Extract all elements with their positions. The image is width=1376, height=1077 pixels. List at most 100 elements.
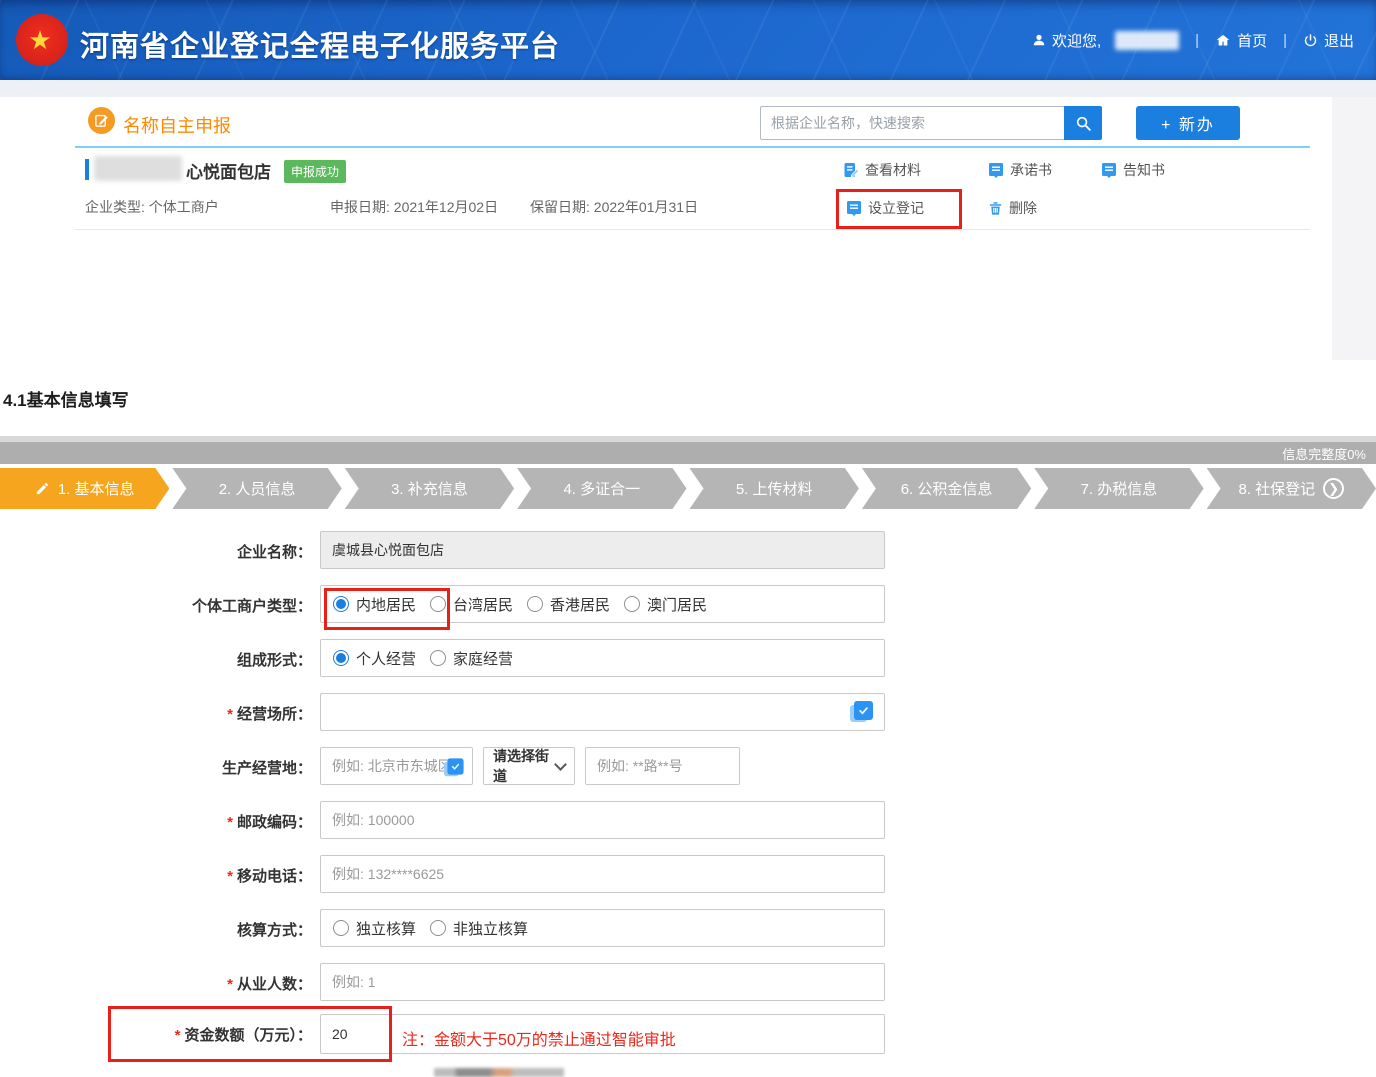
company-name: 心悦面包店 — [186, 158, 271, 183]
required-marker: * — [227, 814, 233, 831]
section-divider — [75, 146, 1310, 148]
welcome-label: 欢迎您, — [1052, 30, 1101, 51]
step-label: 1. 基本信息 — [58, 478, 135, 499]
chevron-down-icon — [554, 758, 567, 771]
radio-group-composition-form: 个人经营 家庭经营 — [320, 639, 885, 677]
radio-icon — [430, 920, 446, 936]
tab-step-2[interactable]: 2. 人员信息 — [172, 468, 341, 509]
label-accounting-method: 核算方式： — [60, 919, 312, 940]
doc-edit-icon — [843, 162, 859, 178]
redacted-company-prefix — [94, 156, 182, 181]
required-marker: * — [227, 706, 233, 723]
label-composition-form: 组成形式： — [60, 649, 312, 670]
field-business-premises — [320, 693, 885, 731]
search-button[interactable] — [1064, 106, 1102, 140]
radio-group-individual-type: 内地居民台湾居民香港居民 澳门居民 — [320, 585, 885, 623]
label-mobile-phone: *移动电话： — [60, 865, 312, 886]
radio-individual-type-3[interactable]: 澳门居民 — [624, 594, 707, 615]
radio-icon — [430, 650, 446, 666]
record-meta-0: 企业类型: 个体工商户 — [85, 197, 219, 217]
radio-label: 澳门居民 — [647, 594, 707, 615]
logout-label: 退出 — [1324, 30, 1354, 51]
doc-icon — [988, 162, 1004, 178]
action-commitment-letter[interactable]: 承诺书 — [988, 160, 1052, 180]
address-picker-icon[interactable] — [854, 701, 873, 720]
required-marker: * — [227, 868, 233, 885]
nav-separator: | — [1283, 32, 1287, 49]
radio-selected-icon — [333, 596, 349, 612]
field-mobile-phone — [320, 855, 885, 893]
label-production-address: 生产经营地： — [60, 757, 312, 778]
record-bottom-border — [75, 229, 1310, 230]
home-icon — [1215, 33, 1231, 48]
tab-step-3[interactable]: 3. 补充信息 — [345, 468, 514, 509]
tab-step-4[interactable]: 4. 多证合一 — [517, 468, 686, 509]
doc-section-heading: 4.1基本信息填写 — [3, 386, 129, 411]
radio-label: 家庭经营 — [453, 648, 513, 669]
field-postal-code — [320, 801, 885, 839]
required-marker: * — [175, 1027, 181, 1044]
input-business-premises[interactable] — [320, 693, 885, 731]
action-label: 查看材料 — [865, 160, 921, 180]
cut-off-content — [434, 1068, 564, 1077]
more-steps-icon[interactable]: ❯ — [1323, 478, 1344, 499]
radio-accounting-method-1[interactable]: 非独立核算 — [430, 918, 528, 939]
trash-icon — [988, 200, 1003, 216]
field-individual-type: 内地居民台湾居民香港居民 澳门居民 — [320, 585, 885, 623]
district-picker-icon[interactable] — [447, 758, 463, 774]
step-label: 7. 办税信息 — [1081, 478, 1158, 499]
select-value: 请选择街道 — [493, 746, 556, 786]
step-label: 4. 多证合一 — [563, 478, 640, 499]
radio-label: 内地居民 — [356, 594, 416, 615]
action-view-materials[interactable]: 查看材料 — [843, 160, 921, 180]
tab-step-7[interactable]: 7. 办税信息 — [1034, 468, 1203, 509]
radio-composition-form-1[interactable]: 家庭经营 — [430, 648, 513, 669]
radio-icon — [624, 596, 640, 612]
user-icon — [1032, 33, 1046, 47]
field-employee-count — [320, 963, 885, 1001]
declare-section-icon — [88, 107, 115, 134]
radio-individual-type-2[interactable]: 香港居民 — [527, 594, 610, 615]
radio-label: 非独立核算 — [453, 918, 528, 939]
record-accent-bar — [85, 159, 89, 180]
radio-individual-type-1[interactable]: 台湾居民 — [430, 594, 513, 615]
capital-amount-note: 注：金额大于50万的禁止通过智能审批 — [402, 1026, 676, 1050]
input-postal-code[interactable] — [320, 801, 885, 839]
tab-step-6[interactable]: 6. 公积金信息 — [862, 468, 1031, 509]
action-establish-registration[interactable]: 设立登记 — [846, 198, 924, 218]
input-production-address-2[interactable] — [585, 747, 740, 785]
radio-accounting-method-0[interactable]: 独立核算 — [333, 918, 416, 939]
radio-icon — [333, 920, 349, 936]
label-business-premises: *经营场所： — [60, 703, 312, 724]
home-link[interactable]: 首页 — [1215, 30, 1267, 51]
check-icon — [447, 758, 463, 774]
logout-link[interactable]: 退出 — [1303, 30, 1354, 51]
step-label: 2. 人员信息 — [219, 478, 296, 499]
form-row-postal-code: *邮政编码： — [60, 801, 920, 843]
action-label: 设立登记 — [868, 198, 924, 218]
doc-icon — [1101, 162, 1117, 178]
tab-step-1[interactable]: 1. 基本信息 — [0, 468, 169, 509]
input-employee-count[interactable] — [320, 963, 885, 1001]
search-input[interactable] — [760, 106, 1064, 140]
radio-icon — [527, 596, 543, 612]
radio-selected-icon — [333, 650, 349, 666]
radio-composition-form-0[interactable]: 个人经营 — [333, 648, 416, 669]
record-meta-2: 保留日期: 2022年01月31日 — [530, 197, 698, 217]
tab-step-8[interactable]: 8. 社保登记❯ — [1207, 468, 1376, 509]
input-mobile-phone[interactable] — [320, 855, 885, 893]
form-row-production-address: 生产经营地： 请选择街道 — [60, 747, 920, 789]
action-notification-letter[interactable]: 告知书 — [1101, 160, 1165, 180]
pencil-icon — [35, 481, 50, 496]
form-row-business-premises: *经营场所： — [60, 693, 920, 735]
platform-title: 河南省企业登记全程电子化服务平台 — [80, 23, 560, 65]
action-label: 告知书 — [1123, 160, 1165, 180]
tab-step-5[interactable]: 5. 上传材料 — [690, 468, 859, 509]
national-emblem-logo: ★ — [16, 14, 68, 66]
radio-individual-type-0[interactable]: 内地居民 — [333, 594, 416, 615]
new-application-button[interactable]: + 新办 — [1136, 106, 1240, 140]
action-delete[interactable]: 删除 — [988, 198, 1037, 218]
label-capital-amount: *资金数额（万元）： — [60, 1024, 312, 1045]
step-label: 3. 补充信息 — [391, 478, 468, 499]
select-street[interactable]: 请选择街道 — [483, 747, 575, 785]
